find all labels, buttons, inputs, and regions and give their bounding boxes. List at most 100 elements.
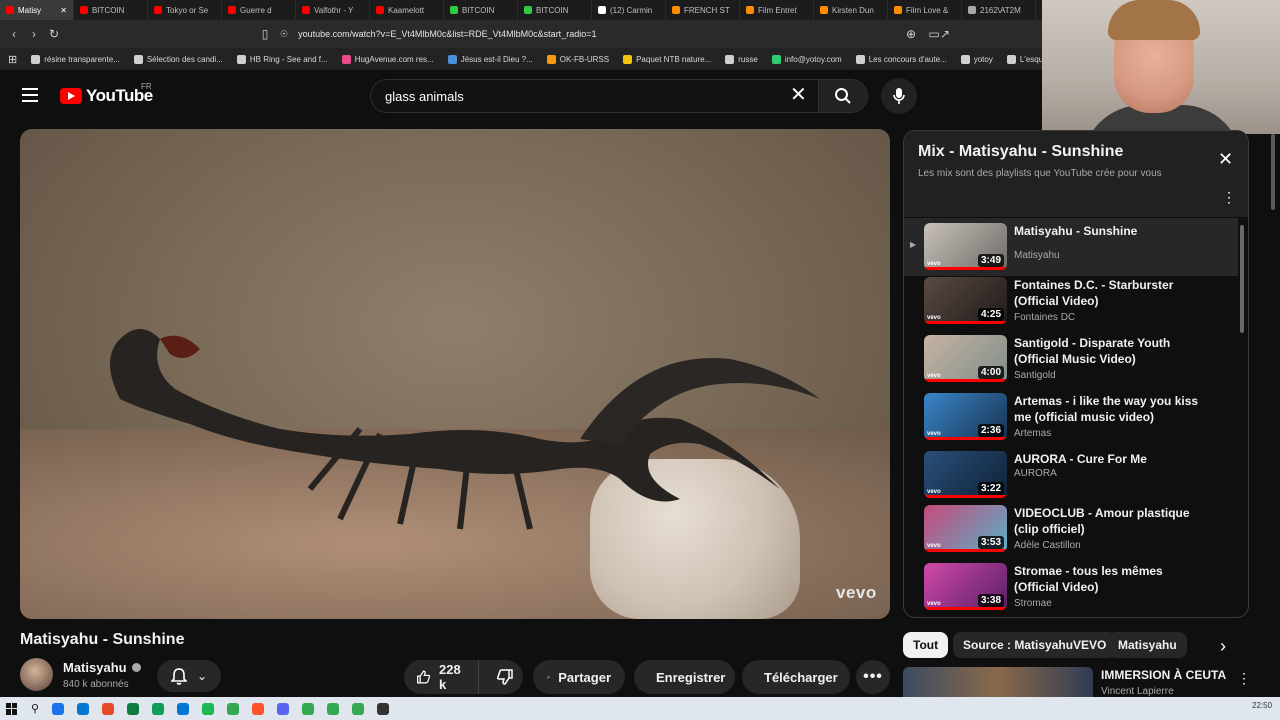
taskbar-app-icon[interactable] bbox=[277, 702, 290, 715]
channel-avatar[interactable] bbox=[20, 658, 53, 691]
notification-bell-button[interactable]: ⌄ bbox=[157, 660, 221, 692]
browser-tab[interactable]: BITCOIN bbox=[444, 0, 518, 20]
dislike-button[interactable] bbox=[487, 660, 523, 694]
browser-tab[interactable]: Valfothr - Y bbox=[296, 0, 370, 20]
bookmark-item[interactable]: russe bbox=[725, 54, 758, 64]
taskbar-app-icon[interactable] bbox=[52, 702, 65, 715]
recommendation-title[interactable]: IMMERSION À CEUTA bbox=[1101, 668, 1226, 682]
browser-tab[interactable]: 2162\AT2M bbox=[962, 0, 1036, 20]
taskbar-app-icon[interactable] bbox=[177, 702, 190, 715]
share-page-icon[interactable]: ↗ bbox=[935, 24, 955, 44]
bookmark-item[interactable]: Sélection des candi... bbox=[133, 54, 223, 64]
playlist-item[interactable]: vevo 4:25 Fontaines D.C. - Starburster (Of… bbox=[904, 272, 1238, 330]
browser-tab[interactable]: Film Love & bbox=[888, 0, 962, 20]
taskbar-app-icon[interactable] bbox=[302, 702, 315, 715]
playlist-item[interactable]: vevo 3:38 Stromae - tous les mêmes (Offici… bbox=[904, 558, 1238, 616]
playlist-item-title[interactable]: Stromae - tous les mêmes (Official Video… bbox=[1014, 563, 1204, 595]
filter-chip[interactable]: Source : MatisyahuVEVO bbox=[953, 632, 1117, 658]
playlist-item-title[interactable]: VIDEOCLUB - Amour plastique (clip offici… bbox=[1014, 505, 1204, 537]
reload-icon[interactable]: ↻ bbox=[44, 24, 64, 44]
zoom-icon[interactable]: ⊕ bbox=[901, 24, 921, 44]
channel-name[interactable]: Matisyahu bbox=[63, 660, 127, 675]
taskbar-app-icon[interactable] bbox=[127, 702, 140, 715]
browser-tab[interactable]: BITCOIN bbox=[518, 0, 592, 20]
playlist-item[interactable]: vevo 3:53 VIDEOCLUB - Amour plastique (cli… bbox=[904, 500, 1238, 558]
youtube-logo[interactable]: YouTube FR bbox=[60, 82, 153, 106]
playlist-title[interactable]: Mix - Matisyahu - Sunshine bbox=[918, 143, 1123, 161]
site-info-icon[interactable]: ☉ bbox=[280, 29, 288, 40]
playlist-thumbnail[interactable]: vevo 4:25 bbox=[924, 277, 1007, 324]
browser-tab[interactable]: (12) Carmin bbox=[592, 0, 666, 20]
close-playlist-icon[interactable]: ✕ bbox=[1218, 149, 1233, 170]
taskbar-app-icon[interactable] bbox=[227, 702, 240, 715]
taskbar-app-icon[interactable] bbox=[352, 702, 365, 715]
forward-icon[interactable]: › bbox=[24, 24, 44, 44]
playlist-thumbnail[interactable]: vevo 4:00 bbox=[924, 335, 1007, 382]
bookmark-page-icon[interactable]: ▯ bbox=[255, 24, 275, 44]
playlist-thumbnail[interactable]: vevo 3:53 bbox=[924, 505, 1007, 552]
clear-search-icon[interactable]: ✕ bbox=[790, 85, 807, 105]
playlist-thumbnail[interactable]: vevo 2:36 bbox=[924, 393, 1007, 440]
filter-chip[interactable]: Tout bbox=[903, 632, 949, 658]
bookmark-item[interactable]: Paquet NTB nature... bbox=[623, 54, 711, 64]
playlist-item[interactable]: vevo 3:22 AURORA - Cure For Me AURORA bbox=[904, 446, 1238, 504]
chevron-right-icon[interactable]: › bbox=[1220, 636, 1226, 657]
playlist-thumbnail[interactable]: vevo 3:22 bbox=[924, 451, 1007, 498]
playlist-item-title[interactable]: Fontaines D.C. - Starburster (Official V… bbox=[1014, 277, 1204, 309]
page-scrollbar[interactable] bbox=[1271, 134, 1275, 210]
recommendation-thumbnail[interactable] bbox=[903, 667, 1093, 697]
back-icon[interactable]: ‹ bbox=[4, 24, 24, 44]
playlist-item[interactable]: vevo 2:36 Artemas - i like the way you kis… bbox=[904, 388, 1238, 446]
playlist-item[interactable]: ▶ vevo 3:49 Matisyahu - Sunshine Matisyahu bbox=[904, 218, 1238, 276]
browser-tab[interactable]: Tokyo or Se bbox=[148, 0, 222, 20]
windows-start-icon[interactable] bbox=[6, 702, 18, 715]
filter-chip[interactable]: Matisyahu bbox=[1108, 632, 1187, 658]
channel-name-row[interactable]: Matisyahu bbox=[63, 660, 141, 675]
bookmark-item[interactable]: Les concours d'aute... bbox=[855, 54, 947, 64]
playlist-item-title[interactable]: Santigold - Disparate Youth (Official Mu… bbox=[1014, 335, 1204, 367]
recommendation-more-icon[interactable]: ⋮ bbox=[1237, 670, 1251, 687]
download-button[interactable]: Télécharger bbox=[742, 660, 850, 694]
browser-tab[interactable]: Guerre d bbox=[222, 0, 296, 20]
taskbar-app-icon[interactable] bbox=[77, 702, 90, 715]
playlist-thumbnail[interactable]: vevo 3:38 bbox=[924, 563, 1007, 610]
url-field[interactable]: ☉ youtube.com/watch?v=E_Vt4MlbM0c&list=R… bbox=[280, 24, 1000, 44]
bookmark-item[interactable]: HugAvenue.com res... bbox=[341, 54, 434, 64]
browser-tab[interactable]: Film Entret bbox=[740, 0, 814, 20]
playlist-thumbnail[interactable]: vevo 3:49 bbox=[924, 223, 1007, 270]
playlist-more-icon[interactable]: ⋮ bbox=[1222, 189, 1236, 206]
taskbar-app-icon[interactable] bbox=[102, 702, 115, 715]
bookmark-item[interactable]: HB Ring - See and f... bbox=[236, 54, 328, 64]
recommendation-channel[interactable]: Vincent Lapierre bbox=[1101, 686, 1174, 697]
browser-tab[interactable]: Kirsten Dun bbox=[814, 0, 888, 20]
taskbar-app-icon[interactable] bbox=[252, 702, 265, 715]
playlist-item-title[interactable]: Matisyahu - Sunshine bbox=[1014, 223, 1204, 239]
hamburger-menu-icon[interactable] bbox=[22, 88, 38, 102]
playlist-item[interactable]: vevo 4:00 Santigold - Disparate Youth (Off… bbox=[904, 330, 1238, 388]
browser-tab[interactable]: Matisy ✕ bbox=[0, 0, 74, 20]
bookmark-item[interactable]: Jésus est-il Dieu ?... bbox=[447, 54, 533, 64]
taskbar-app-icon[interactable] bbox=[152, 702, 165, 715]
browser-tab[interactable]: BITCOIN bbox=[74, 0, 148, 20]
share-button[interactable]: Partager bbox=[533, 660, 625, 694]
apps-icon[interactable]: ⊞ bbox=[8, 53, 17, 66]
taskbar-app-icon[interactable] bbox=[202, 702, 215, 715]
bookmark-item[interactable]: OK-FB-URSS bbox=[546, 54, 609, 64]
voice-search-button[interactable] bbox=[881, 78, 917, 114]
more-actions-button[interactable]: ••• bbox=[856, 660, 890, 694]
browser-tab[interactable]: FRENCH ST bbox=[666, 0, 740, 20]
browser-tab[interactable]: Kaamelott bbox=[370, 0, 444, 20]
bookmark-item[interactable]: résine transparente... bbox=[31, 54, 120, 64]
like-button[interactable]: 228 k bbox=[404, 660, 480, 694]
bookmark-item[interactable]: info@yotoy.com bbox=[771, 54, 842, 64]
search-icon[interactable]: ⚲ bbox=[31, 702, 39, 715]
playlist-item-title[interactable]: Artemas - i like the way you kiss me (of… bbox=[1014, 393, 1204, 425]
bookmark-item[interactable]: yotoy bbox=[960, 54, 993, 64]
close-tab-icon[interactable]: ✕ bbox=[60, 6, 67, 15]
bookmark-item[interactable]: L'esqu bbox=[1006, 54, 1042, 64]
save-button[interactable]: Enregistrer bbox=[634, 660, 735, 694]
taskbar-app-icon[interactable] bbox=[327, 702, 340, 715]
taskbar-app-icon[interactable] bbox=[377, 702, 390, 715]
playlist-item-title[interactable]: AURORA - Cure For Me bbox=[1014, 451, 1204, 467]
video-player[interactable] bbox=[20, 129, 890, 619]
